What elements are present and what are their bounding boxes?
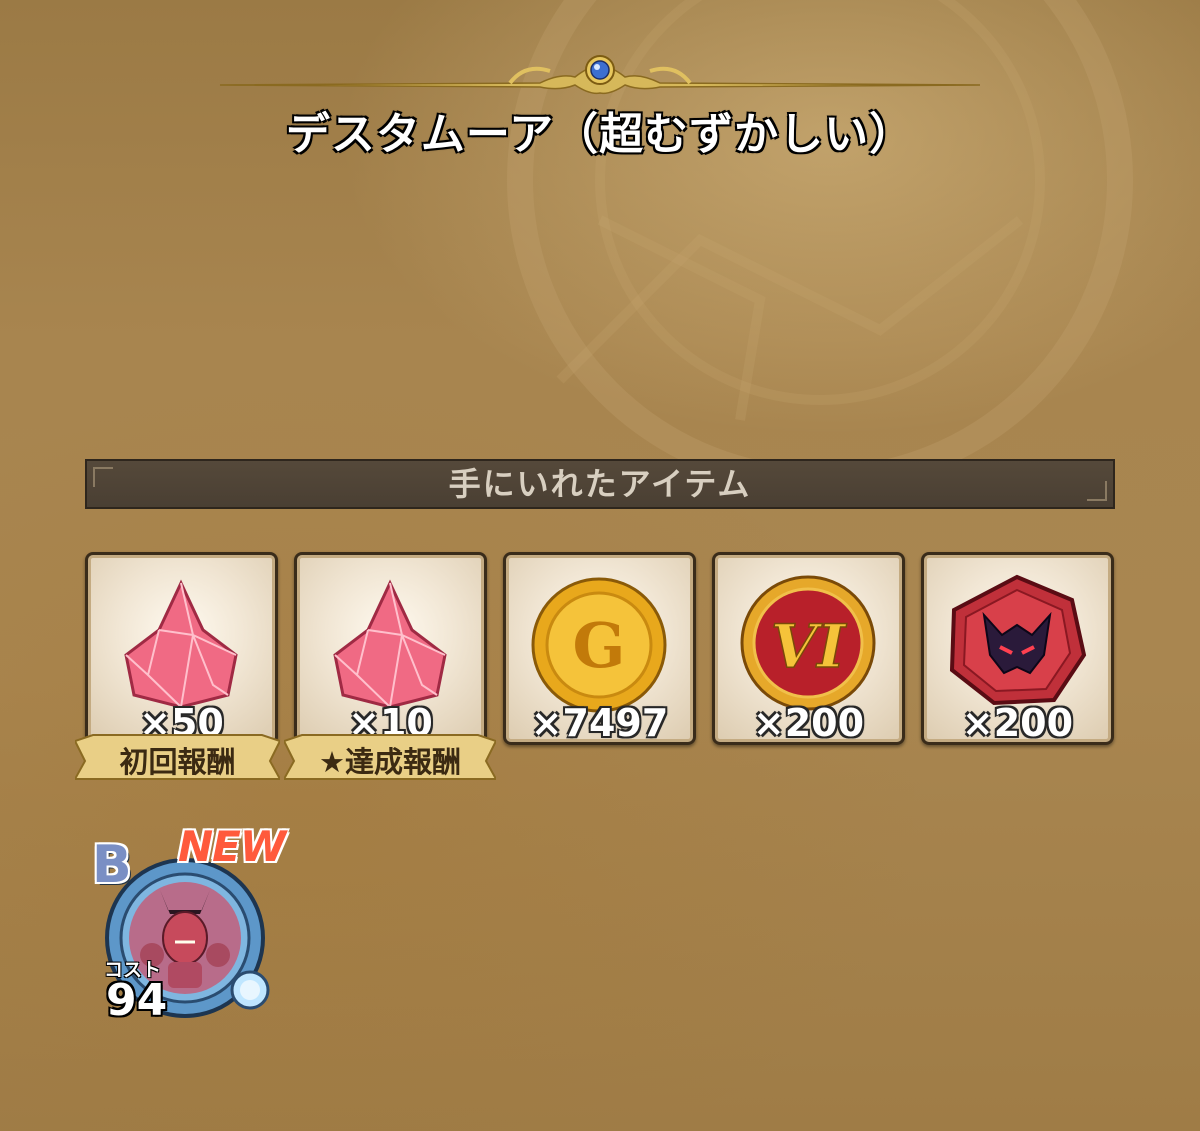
reward-item-gold[interactable]: G ×7497 xyxy=(503,552,696,745)
item-quantity: ×200 xyxy=(752,701,865,745)
ribbon-label: ★達成報酬 xyxy=(319,745,461,779)
section-header: 手にいれたアイテム xyxy=(85,459,1115,509)
first-reward-ribbon: 初回報酬 xyxy=(75,731,280,783)
reward-item-gem-achievement[interactable]: ×10 xyxy=(294,552,487,745)
cost-value: 94 xyxy=(106,975,168,1026)
item-quantity: ×200 xyxy=(961,701,1074,745)
page-title: デスタムーア（超むずかしい） xyxy=(285,109,915,160)
svg-text:VI: VI xyxy=(771,612,848,682)
item-quantity: ×7497 xyxy=(530,701,669,745)
reward-item-vi-medal[interactable]: VI ×200 xyxy=(712,552,905,745)
new-badge: NEW xyxy=(178,822,286,871)
achievement-reward-ribbon: ★達成報酬 xyxy=(284,731,496,783)
reward-item-demon-crest[interactable]: ×200 xyxy=(921,552,1114,745)
svg-text:G: G xyxy=(573,609,626,682)
section-header-label: 手にいれたアイテム xyxy=(448,465,752,503)
ribbon-label: 初回報酬 xyxy=(119,745,236,779)
monster-rank-badge: B xyxy=(92,835,132,895)
reward-item-gem-first[interactable]: ×50 xyxy=(85,552,278,745)
